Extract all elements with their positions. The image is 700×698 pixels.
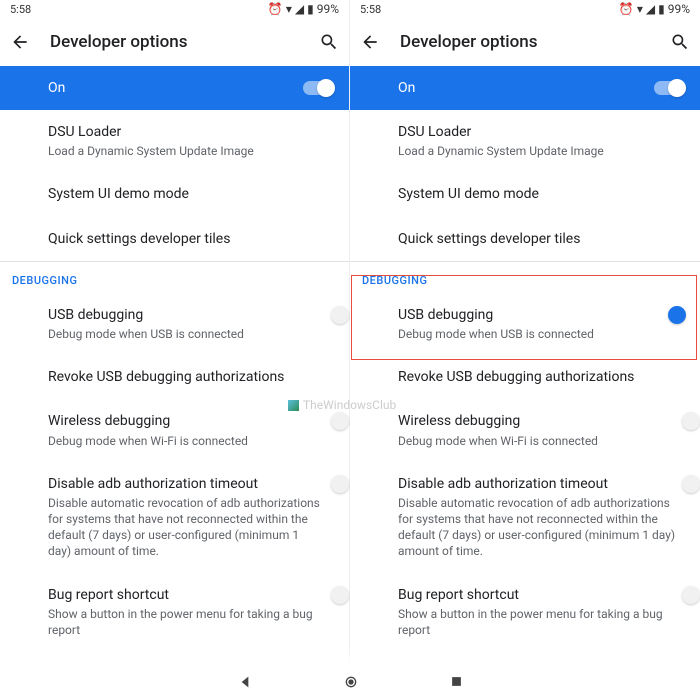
setting-dsu-loader[interactable]: DSU LoaderLoad a Dynamic System Update I… [0,110,349,172]
setting-usb-debugging[interactable]: USB debuggingDebug mode when USB is conn… [350,293,700,355]
left-pane: 5:58 ⏰ ▾ ◢ ▮ 99% Developer options On DS… [0,0,350,698]
arrow-back-icon [10,32,30,52]
setting-bug-report[interactable]: Bug report shortcutShow a button in the … [0,573,349,652]
wifi-icon: ▾ [637,2,643,16]
section-debugging: DEBUGGING [350,262,700,293]
nav-back-button[interactable] [237,674,253,690]
master-toggle-label: On [398,80,654,96]
wifi-icon: ▾ [286,2,292,16]
triangle-back-icon [237,674,253,690]
signal-icon: ◢ [646,2,655,16]
setting-adb-timeout[interactable]: Disable adb authorization timeoutDisable… [0,462,349,573]
section-debugging: DEBUGGING [0,262,349,293]
app-bar: Developer options [0,18,349,66]
setting-revoke-usb[interactable]: Revoke USB debugging authorizations [350,355,700,399]
app-bar: Developer options [350,18,700,66]
status-bar: 5:58 ⏰ ▾ ◢ ▮ 99% [350,0,700,18]
battery-percent: 99% [668,2,690,16]
alarm-icon: ⏰ [268,2,283,16]
setting-wireless-debugging[interactable]: Wireless debuggingDebug mode when Wi-Fi … [0,399,349,461]
status-icons: ⏰ ▾ ◢ ▮ 99% [268,2,339,16]
master-switch[interactable] [303,81,333,95]
search-button[interactable] [670,32,690,52]
circle-home-icon [343,674,359,690]
nav-recent-button[interactable] [449,674,464,689]
setting-adb-timeout[interactable]: Disable adb authorization timeoutDisable… [350,462,700,573]
status-time: 5:58 [10,3,268,16]
setting-demo-mode[interactable]: System UI demo mode [0,172,349,216]
setting-revoke-usb[interactable]: Revoke USB debugging authorizations [0,355,349,399]
right-pane: 5:58 ⏰ ▾ ◢ ▮ 99% Developer options On DS… [350,0,700,698]
square-recent-icon [449,674,464,689]
search-icon [670,32,690,52]
setting-quick-tiles[interactable]: Quick settings developer tiles [350,217,700,261]
setting-demo-mode[interactable]: System UI demo mode [350,172,700,216]
setting-usb-debugging[interactable]: USB debuggingDebug mode when USB is conn… [0,293,349,355]
setting-quick-tiles[interactable]: Quick settings developer tiles [0,217,349,261]
master-toggle-row[interactable]: On [0,66,349,110]
search-button[interactable] [319,32,339,52]
status-bar: 5:58 ⏰ ▾ ◢ ▮ 99% [0,0,349,18]
battery-icon: ▮ [307,2,314,16]
alarm-icon: ⏰ [619,2,634,16]
battery-icon: ▮ [658,2,665,16]
search-icon [319,32,339,52]
setting-bug-report[interactable]: Bug report shortcutShow a button in the … [350,573,700,652]
back-button[interactable] [10,32,30,52]
master-toggle-label: On [48,80,303,96]
setting-dsu-loader[interactable]: DSU LoaderLoad a Dynamic System Update I… [350,110,700,172]
master-toggle-row[interactable]: On [350,66,700,110]
arrow-back-icon [360,32,380,52]
setting-wireless-debugging[interactable]: Wireless debuggingDebug mode when Wi-Fi … [350,399,700,461]
master-switch[interactable] [654,81,684,95]
page-title: Developer options [400,32,650,52]
back-button[interactable] [360,32,380,52]
battery-percent: 99% [317,2,339,16]
status-time: 5:58 [360,3,619,16]
page-title: Developer options [50,32,299,52]
nav-home-button[interactable] [343,674,359,690]
navigation-bar [0,664,700,698]
status-icons: ⏰ ▾ ◢ ▮ 99% [619,2,690,16]
signal-icon: ◢ [295,2,304,16]
